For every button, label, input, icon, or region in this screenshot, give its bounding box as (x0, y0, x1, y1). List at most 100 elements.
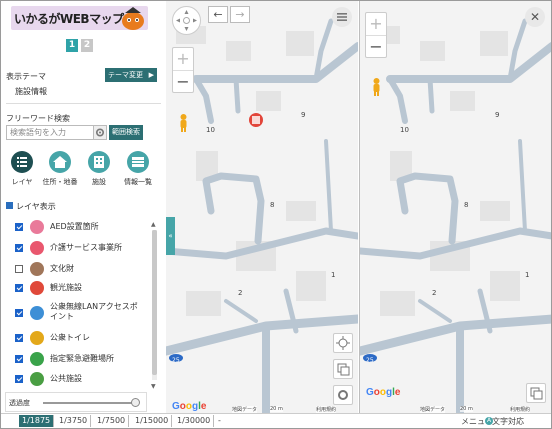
layer-row[interactable]: 公共施設 (1, 372, 151, 394)
layers-copy-icon[interactable] (333, 359, 353, 379)
layer-checkbox[interactable] (15, 223, 23, 231)
map-right[interactable]: 9 10 8 1 2 25 + − ✕ Google 地図データ 20 m 利用… (359, 1, 551, 413)
theme-change-button[interactable]: テーマ変更 ▶ (105, 68, 157, 82)
route-label: 25 (366, 357, 374, 364)
map-left-roads (166, 18, 358, 413)
layer-row[interactable]: AED設置箇所 (1, 220, 151, 242)
map-label: 10 (400, 126, 409, 134)
map-label: 10 (206, 126, 215, 134)
forward-arrow-button[interactable]: → (230, 6, 250, 23)
layer-label: 公衆トイレ (50, 333, 90, 342)
gear-icon[interactable] (94, 125, 107, 140)
map-label: 2 (238, 289, 243, 297)
map-scale: 20 m (270, 406, 283, 412)
layer-label: 指定緊急避難場所 (50, 354, 114, 363)
google-logo: Google (366, 387, 401, 398)
map-attribution[interactable]: 地図データ (420, 406, 446, 413)
nav-info-list-label: 情報一覧 (124, 178, 152, 186)
layer-checkbox[interactable] (15, 244, 23, 252)
app-logo[interactable]: いかるがWEBマップ (11, 6, 148, 30)
page-1-button[interactable]: 1 (66, 39, 78, 52)
locate-icon[interactable] (333, 333, 353, 353)
layer-row[interactable]: 公衆無線LANアクセスポイント (1, 302, 151, 324)
scroll-up-icon[interactable]: ▲ (151, 221, 156, 228)
close-icon[interactable]: ✕ (525, 7, 545, 27)
opacity-slider-knob[interactable] (131, 398, 140, 407)
layer-checkbox[interactable] (15, 284, 23, 292)
scale-3750-button[interactable]: 1/3750 (56, 415, 92, 427)
zoom-in-button[interactable]: + (366, 13, 386, 35)
scale-1875-button[interactable]: 1/1875 (19, 415, 55, 427)
opacity-label: 透過度 (9, 399, 30, 407)
layer-row[interactable]: 公衆トイレ (1, 331, 151, 353)
layer-row[interactable]: 指定緊急避難場所 (1, 352, 151, 374)
zoom-out-button[interactable]: − (366, 35, 386, 57)
layer-checkbox[interactable] (15, 309, 23, 317)
layer-label: 公衆無線LANアクセスポイント (50, 302, 138, 321)
back-arrow-button[interactable]: ← (208, 6, 228, 23)
layer-display-header: レイヤ表示 (16, 202, 56, 211)
sidebar: いかるがWEBマップ 1 2 表示テーマ 施設情報 テーマ変更 ▶ フリーワード… (1, 1, 165, 413)
layer-row[interactable]: 文化財 (1, 262, 151, 284)
mascot-icon (122, 7, 144, 30)
page-2-button[interactable]: 2 (81, 39, 93, 52)
zoom-in-button[interactable]: + (173, 48, 193, 70)
layer-category-icon (30, 281, 44, 295)
layer-category-icon (30, 241, 44, 255)
map-label: 9 (301, 111, 306, 119)
hamburger-menu-icon[interactable] (332, 7, 352, 27)
layer-label: 観光施設 (50, 283, 82, 292)
collapse-sidebar-tab[interactable]: « (166, 217, 175, 255)
keyword-search-input[interactable]: 検索語句を入力 (6, 125, 94, 140)
layer-category-icon (30, 331, 44, 345)
collapse-toggle-icon[interactable] (6, 202, 13, 209)
terms-link[interactable]: 利用規約 (316, 406, 337, 413)
map-label: 8 (270, 201, 275, 209)
layer-label: 文化財 (50, 264, 74, 273)
layer-checkbox[interactable] (15, 355, 23, 363)
map-scale: 20 m (460, 406, 473, 412)
terms-link[interactable]: 利用規約 (510, 406, 531, 413)
scale-separator: - (218, 416, 221, 425)
layer-label: 公共施設 (50, 374, 82, 383)
zoom-out-button[interactable]: − (173, 70, 193, 92)
layer-category-icon (30, 306, 44, 320)
opacity-slider-track[interactable] (43, 402, 136, 404)
logo-text: いかるがWEBマップ (14, 12, 124, 26)
layer-checkbox[interactable] (15, 375, 23, 383)
scale-15000-button[interactable]: 1/15000 (132, 415, 173, 427)
pegman-icon[interactable] (370, 77, 383, 97)
scroll-down-icon[interactable]: ▼ (151, 383, 156, 390)
scale-7500-button[interactable]: 1/7500 (94, 415, 130, 427)
map-label: 1 (525, 271, 530, 279)
layer-label: AED設置箇所 (50, 222, 99, 231)
list-icon (11, 151, 33, 173)
layer-row[interactable]: 介護サービス事業所 (1, 241, 151, 263)
keyword-search-label: フリーワード検索 (6, 114, 70, 123)
map-label: 2 (432, 289, 437, 297)
nav-info-list-button[interactable]: 情報一覧 (119, 151, 157, 189)
map-left[interactable]: 9 10 8 1 2 25 ← → + − « Google 地図データ 20 … (166, 1, 358, 413)
settings-gear-icon[interactable] (333, 385, 353, 405)
layer-row[interactable]: 観光施設 (1, 281, 151, 303)
zoom-control: + − (172, 47, 194, 93)
map-right-roads (360, 18, 551, 413)
compass-icon[interactable] (172, 6, 201, 35)
pegman-icon[interactable] (177, 113, 190, 133)
layer-category-icon (30, 352, 44, 366)
layer-checkbox[interactable] (15, 265, 23, 273)
house-icon (49, 151, 71, 173)
theme-value: 施設情報 (15, 87, 47, 96)
scale-bar: 1/1875 1/3750 1/7500 1/15000 1/30000 - メ… (1, 413, 551, 428)
layers-copy-icon[interactable] (526, 383, 546, 403)
scrollbar-thumb[interactable] (152, 230, 157, 375)
layer-checkbox[interactable] (15, 334, 23, 342)
scale-30000-button[interactable]: 1/30000 (174, 415, 215, 427)
map-attribution[interactable]: 地図データ (232, 406, 258, 413)
building-icon (88, 151, 110, 173)
layer-category-icon (30, 262, 44, 276)
map-label: 8 (464, 201, 469, 209)
theme-label: 表示テーマ (6, 72, 46, 81)
font-support-link[interactable]: 文字対応 (492, 416, 524, 427)
range-search-button[interactable]: 範囲検索 (109, 125, 143, 140)
